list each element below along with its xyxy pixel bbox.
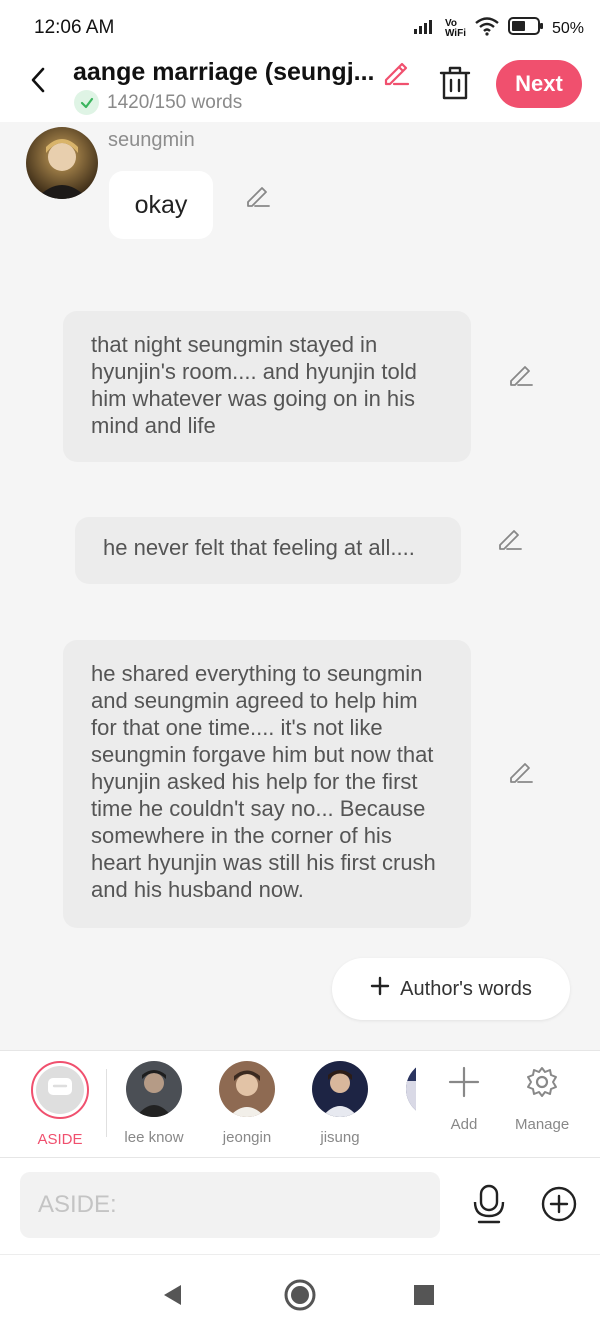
add-character-button[interactable]: Add [447,1065,481,1133]
avatar [406,1061,416,1117]
system-nav-bar [0,1254,600,1333]
chat-area[interactable]: seungmin okay that night seungmin stayed… [0,122,600,1050]
back-arrow-icon [28,66,48,99]
status-time: 12:06 AM [34,17,115,38]
character-jisung[interactable]: jisung [300,1061,380,1146]
character-aside[interactable]: ASIDE [20,1061,100,1148]
add-icon [447,1065,481,1104]
next-button[interactable]: Next [496,60,582,108]
status-icons: Vo WiFi 50% [413,16,584,41]
aside-bubble[interactable]: that night seungmin stayed in hyunjin's … [63,311,471,462]
nav-home-icon[interactable] [282,1277,318,1313]
edit-title-icon[interactable] [380,56,412,88]
aside-text: that night seungmin stayed in hyunjin's … [91,332,417,438]
edit-pencil-icon[interactable] [507,758,535,786]
status-bar: 12:06 AM Vo WiFi 50% [0,0,600,56]
speaker-name: seungmin [108,129,195,151]
story-title[interactable]: aange marriage (seungj... [73,58,375,87]
nav-recents-icon[interactable] [406,1277,442,1313]
avatar [219,1061,275,1117]
trash-icon[interactable] [438,64,472,102]
add-label: Add [450,1116,478,1133]
character-label: ASIDE [37,1131,83,1148]
battery-percent: 50% [551,19,584,37]
character-lee-know[interactable]: lee know [114,1061,194,1146]
character-label: jeongin [222,1129,272,1146]
wifi-icon [474,16,500,41]
aside-avatar [31,1061,89,1119]
add-media-icon[interactable] [540,1185,578,1223]
dialogue-bubble[interactable]: okay [109,171,213,239]
authors-words-label: Author's words [400,977,532,1000]
aside-text: he shared everything to seungmin and seu… [91,661,436,902]
character-bar: ASIDE lee know jeongin jisung Add Manage [0,1050,600,1158]
input-area [0,1158,600,1254]
aside-text: he never felt that feeling at all.... [103,535,415,560]
dialogue-text: okay [134,190,188,219]
authors-words-button[interactable]: Author's words [332,958,570,1020]
plus-icon [370,976,390,1002]
edit-pencil-icon[interactable] [507,361,535,389]
character-partial[interactable] [386,1061,416,1117]
signal-icon [413,17,437,40]
word-count-row: 1420/150 words [74,90,242,115]
speaker-avatar[interactable] [26,127,98,199]
battery-icon [507,16,544,41]
edit-pencil-icon[interactable] [496,525,524,553]
manage-label: Manage [515,1116,570,1133]
check-icon [74,90,99,115]
avatar [312,1061,368,1117]
back-button[interactable] [20,64,56,100]
gear-icon [525,1065,559,1104]
aside-bubble[interactable]: he shared everything to seungmin and seu… [63,640,471,928]
avatar [126,1061,182,1117]
edit-pencil-icon[interactable] [244,182,272,210]
divider [106,1069,107,1137]
chat-bubble-icon [47,1077,73,1104]
manage-characters-button[interactable]: Manage [515,1065,569,1133]
editor-header: aange marriage (seungj... 1420/150 words… [0,56,600,122]
aside-bubble[interactable]: he never felt that feeling at all.... [75,517,461,584]
character-label: jisung [320,1129,360,1146]
character-label: lee know [124,1129,184,1146]
microphone-icon[interactable] [470,1184,508,1224]
character-jeongin[interactable]: jeongin [207,1061,287,1146]
nav-back-icon[interactable] [154,1277,190,1313]
aside-input[interactable] [20,1172,440,1238]
vowifi-label: Vo WiFi [444,17,466,39]
word-count: 1420/150 words [107,91,243,113]
